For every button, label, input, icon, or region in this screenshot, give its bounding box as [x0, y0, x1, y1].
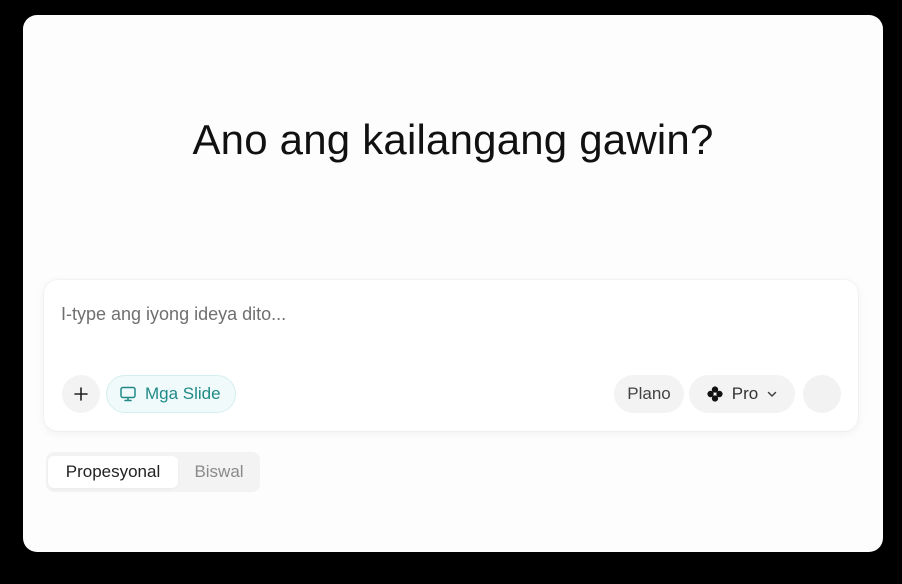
presentation-monitor-icon	[119, 385, 137, 403]
tab-biswal[interactable]: Biswal	[180, 456, 258, 488]
add-attachment-button[interactable]	[62, 375, 100, 413]
tab-label: Propesyonal	[65, 462, 161, 481]
plus-icon	[74, 387, 88, 401]
page-title: Ano ang kailangang gawin?	[192, 116, 714, 163]
chevron-down-icon	[766, 388, 778, 400]
prompt-composer: Mga Slide Plano Pro	[44, 280, 858, 431]
slides-mode-chip[interactable]: Mga Slide	[106, 375, 236, 413]
style-tabs: Propesyonal Biswal	[46, 452, 260, 492]
model-select-pro[interactable]: Pro	[689, 375, 795, 413]
model-select-label: Pro	[731, 384, 759, 403]
slides-chip-label: Mga Slide	[145, 384, 221, 403]
send-button[interactable]	[803, 375, 841, 413]
prompt-input[interactable]	[61, 300, 821, 328]
flower-icon	[706, 385, 724, 403]
tab-label: Biswal	[194, 462, 244, 481]
tab-propesyonal[interactable]: Propesyonal	[48, 456, 178, 488]
plan-button-label: Plano	[627, 384, 671, 403]
plan-button[interactable]: Plano	[614, 375, 684, 413]
app-window: Ano ang kailangang gawin? Mga Slide Plan…	[23, 15, 883, 552]
